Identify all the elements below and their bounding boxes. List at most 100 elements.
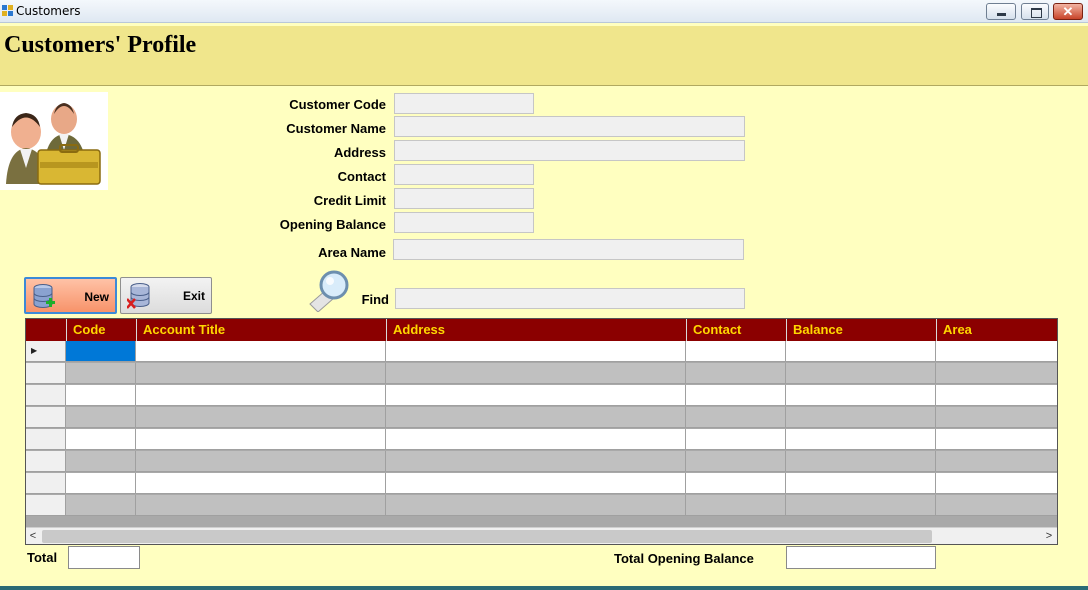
- customer-name-field[interactable]: [394, 116, 745, 137]
- table-row[interactable]: [26, 429, 1057, 451]
- row-header-cell[interactable]: [26, 429, 66, 450]
- table-row[interactable]: [26, 473, 1057, 495]
- table-row[interactable]: [26, 407, 1057, 429]
- row-header-cell[interactable]: [26, 451, 66, 472]
- table-cell[interactable]: [686, 429, 786, 450]
- exit-button[interactable]: Exit: [120, 277, 212, 314]
- table-cell[interactable]: [936, 429, 1057, 450]
- table-cell[interactable]: [386, 495, 686, 516]
- credit-limit-label: Credit Limit: [313, 193, 386, 208]
- table-cell[interactable]: [686, 341, 786, 362]
- close-button[interactable]: ✕: [1053, 3, 1083, 20]
- table-cell[interactable]: [786, 363, 936, 384]
- table-cell[interactable]: [786, 495, 936, 516]
- row-header-cell[interactable]: [26, 385, 66, 406]
- maximize-button[interactable]: [1021, 3, 1049, 20]
- table-cell[interactable]: [786, 451, 936, 472]
- contact-field[interactable]: [394, 164, 534, 185]
- scroll-right-icon[interactable]: >: [1042, 530, 1056, 542]
- table-cell[interactable]: [136, 341, 386, 362]
- area-name-field[interactable]: [393, 239, 744, 260]
- address-field[interactable]: [394, 140, 745, 161]
- customer-name-label: Customer Name: [286, 121, 386, 136]
- scrollbar-thumb[interactable]: [42, 530, 932, 543]
- opening-balance-field[interactable]: [394, 212, 534, 233]
- page-title: Customers' Profile: [4, 32, 197, 58]
- table-cell[interactable]: [136, 385, 386, 406]
- window-title: Customers: [16, 4, 81, 18]
- row-header-cell[interactable]: [26, 495, 66, 516]
- table-cell[interactable]: [686, 363, 786, 384]
- column-header-code[interactable]: Code: [66, 319, 136, 341]
- table-cell[interactable]: [936, 341, 1057, 362]
- row-header-cell[interactable]: [26, 363, 66, 384]
- column-header-address[interactable]: Address: [386, 319, 686, 341]
- total-opening-balance-field[interactable]: [786, 546, 936, 569]
- table-cell[interactable]: [66, 385, 136, 406]
- table-cell[interactable]: [786, 385, 936, 406]
- scroll-left-icon[interactable]: <: [26, 530, 40, 542]
- table-row[interactable]: [26, 495, 1057, 517]
- address-label: Address: [333, 145, 386, 160]
- customer-code-field[interactable]: [394, 93, 534, 114]
- minimize-button[interactable]: [986, 3, 1016, 20]
- table-cell[interactable]: [386, 385, 686, 406]
- table-cell[interactable]: [786, 473, 936, 494]
- table-cell[interactable]: [136, 363, 386, 384]
- column-header-contact[interactable]: Contact: [686, 319, 786, 341]
- table-cell[interactable]: [66, 363, 136, 384]
- exit-button-label: Exit: [182, 289, 205, 303]
- credit-limit-field[interactable]: [394, 188, 534, 209]
- table-cell[interactable]: [66, 473, 136, 494]
- table-cell[interactable]: [66, 407, 136, 428]
- table-cell[interactable]: [686, 495, 786, 516]
- table-cell[interactable]: [66, 451, 136, 472]
- row-header-cell[interactable]: ▶: [26, 341, 66, 362]
- find-field[interactable]: [395, 288, 745, 309]
- column-header-balance[interactable]: Balance: [786, 319, 936, 341]
- header-banner: Customers' Profile: [0, 26, 1088, 86]
- table-cell[interactable]: [136, 429, 386, 450]
- table-row[interactable]: [26, 451, 1057, 473]
- row-header-cell[interactable]: [26, 473, 66, 494]
- table-cell[interactable]: [66, 495, 136, 516]
- table-cell[interactable]: [386, 363, 686, 384]
- column-header-account-title[interactable]: Account Title: [136, 319, 386, 341]
- horizontal-scrollbar[interactable]: < >: [26, 527, 1057, 544]
- table-cell[interactable]: [936, 385, 1057, 406]
- customer-code-label: Customer Code: [289, 97, 386, 112]
- table-cell[interactable]: [936, 495, 1057, 516]
- table-cell[interactable]: [386, 341, 686, 362]
- table-cell[interactable]: [136, 451, 386, 472]
- table-cell[interactable]: [936, 363, 1057, 384]
- table-cell[interactable]: [386, 407, 686, 428]
- table-cell[interactable]: [686, 473, 786, 494]
- total-opening-balance-label: Total Opening Balance: [614, 551, 754, 566]
- table-cell[interactable]: [786, 429, 936, 450]
- table-cell[interactable]: [136, 407, 386, 428]
- table-cell[interactable]: [136, 473, 386, 494]
- row-header-cell[interactable]: [26, 407, 66, 428]
- table-cell[interactable]: [66, 429, 136, 450]
- table-cell[interactable]: [786, 341, 936, 362]
- table-cell[interactable]: [936, 451, 1057, 472]
- table-cell[interactable]: [686, 451, 786, 472]
- table-cell[interactable]: [686, 407, 786, 428]
- table-row[interactable]: ▶: [26, 341, 1057, 363]
- column-header-area[interactable]: Area: [936, 319, 1057, 341]
- table-row[interactable]: [26, 363, 1057, 385]
- table-cell[interactable]: [786, 407, 936, 428]
- table-cell[interactable]: [686, 385, 786, 406]
- table-cell[interactable]: [66, 341, 136, 362]
- table-cell[interactable]: [936, 407, 1057, 428]
- new-button[interactable]: New: [24, 277, 117, 314]
- table-cell[interactable]: [136, 495, 386, 516]
- table-cell[interactable]: [386, 473, 686, 494]
- area-name-label: Area Name: [318, 245, 386, 260]
- customers-grid[interactable]: Code Account Title Address Contact Balan…: [25, 318, 1058, 545]
- table-cell[interactable]: [386, 429, 686, 450]
- table-row[interactable]: [26, 385, 1057, 407]
- table-cell[interactable]: [936, 473, 1057, 494]
- table-cell[interactable]: [386, 451, 686, 472]
- total-field[interactable]: [68, 546, 140, 569]
